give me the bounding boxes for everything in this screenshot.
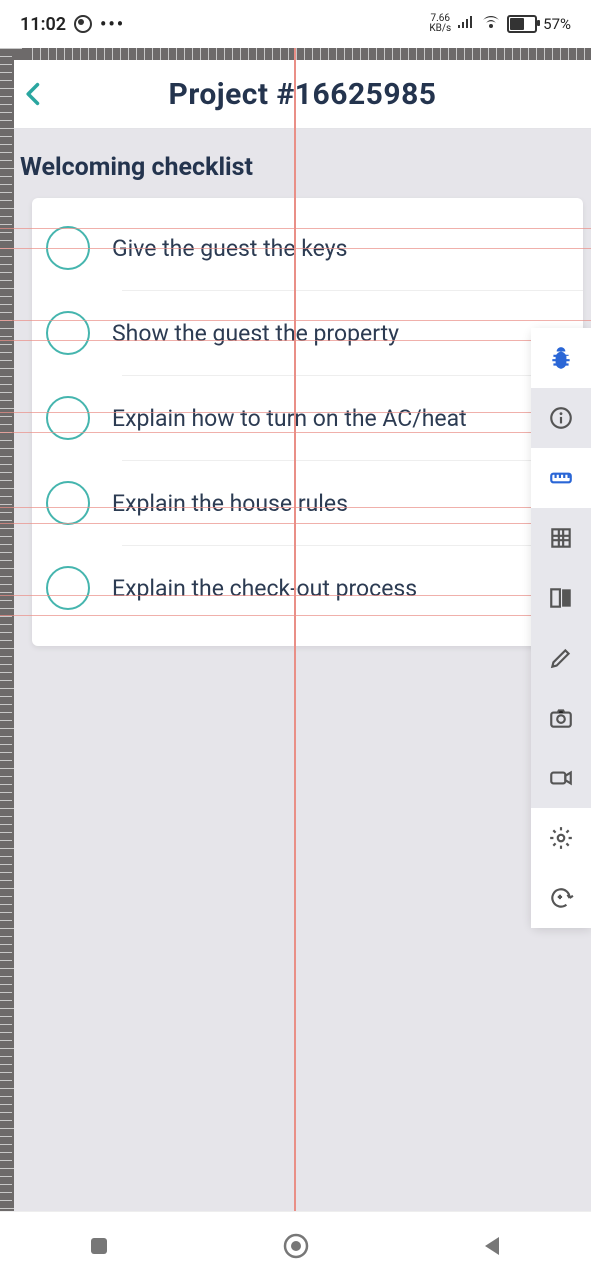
checklist-row[interactable]: Explain the check-out process bbox=[32, 546, 583, 630]
checkbox[interactable] bbox=[46, 566, 90, 610]
checklist-row[interactable]: Explain the house rules bbox=[32, 461, 583, 545]
checkbox[interactable] bbox=[46, 481, 90, 525]
android-nav-bar bbox=[0, 1211, 591, 1280]
camera-icon[interactable] bbox=[531, 688, 591, 748]
nav-back[interactable] bbox=[453, 1234, 533, 1258]
rec-icon bbox=[74, 15, 92, 33]
app-header: Project #16625985 bbox=[14, 60, 591, 129]
checkbox[interactable] bbox=[46, 396, 90, 440]
network-speed: 7.66 KB/s bbox=[429, 14, 451, 34]
signal-icon bbox=[457, 15, 475, 33]
nav-home[interactable] bbox=[256, 1232, 336, 1260]
battery-pct: 57% bbox=[543, 15, 571, 33]
checklist-label: Explain the house rules bbox=[112, 490, 348, 517]
inspector-toolbar bbox=[531, 328, 591, 928]
ruler-icon[interactable] bbox=[531, 448, 591, 508]
info-icon[interactable] bbox=[531, 388, 591, 448]
compare-icon[interactable] bbox=[531, 568, 591, 628]
back-button[interactable] bbox=[20, 80, 48, 108]
checklist-label: Give the guest the keys bbox=[112, 235, 347, 262]
rotate-icon[interactable] bbox=[531, 868, 591, 928]
wifi-icon bbox=[481, 14, 501, 34]
settings-icon[interactable] bbox=[531, 808, 591, 868]
checklist-label: Explain the check-out process bbox=[112, 575, 417, 602]
page-title: Project #16625985 bbox=[14, 77, 591, 112]
more-icon: ••• bbox=[100, 14, 125, 35]
checkbox[interactable] bbox=[46, 311, 90, 355]
bug-icon[interactable] bbox=[531, 328, 591, 388]
grid-icon[interactable] bbox=[531, 508, 591, 568]
checklist-label: Show the guest the property bbox=[112, 320, 399, 347]
status-bar: 11:02 ••• 7.66 KB/s 57% bbox=[0, 0, 591, 48]
nav-recent[interactable] bbox=[59, 1234, 139, 1258]
checklist-row[interactable]: Give the guest the keys bbox=[32, 206, 583, 290]
checkbox[interactable] bbox=[46, 226, 90, 270]
section-title: Welcoming checklist bbox=[14, 129, 591, 198]
video-icon[interactable] bbox=[531, 748, 591, 808]
status-time: 11:02 bbox=[20, 14, 66, 35]
checklist-row[interactable]: Show the guest the property bbox=[32, 291, 583, 375]
battery-icon bbox=[507, 15, 537, 33]
checklist-card: Give the guest the keys Show the guest th… bbox=[32, 198, 583, 646]
app-surface: Project #16625985 Welcoming checklist Gi… bbox=[14, 60, 591, 1212]
checklist-row[interactable]: Explain how to turn on the AC/heat bbox=[32, 376, 583, 460]
pencil-icon[interactable] bbox=[531, 628, 591, 688]
checklist-label: Explain how to turn on the AC/heat bbox=[112, 405, 467, 432]
